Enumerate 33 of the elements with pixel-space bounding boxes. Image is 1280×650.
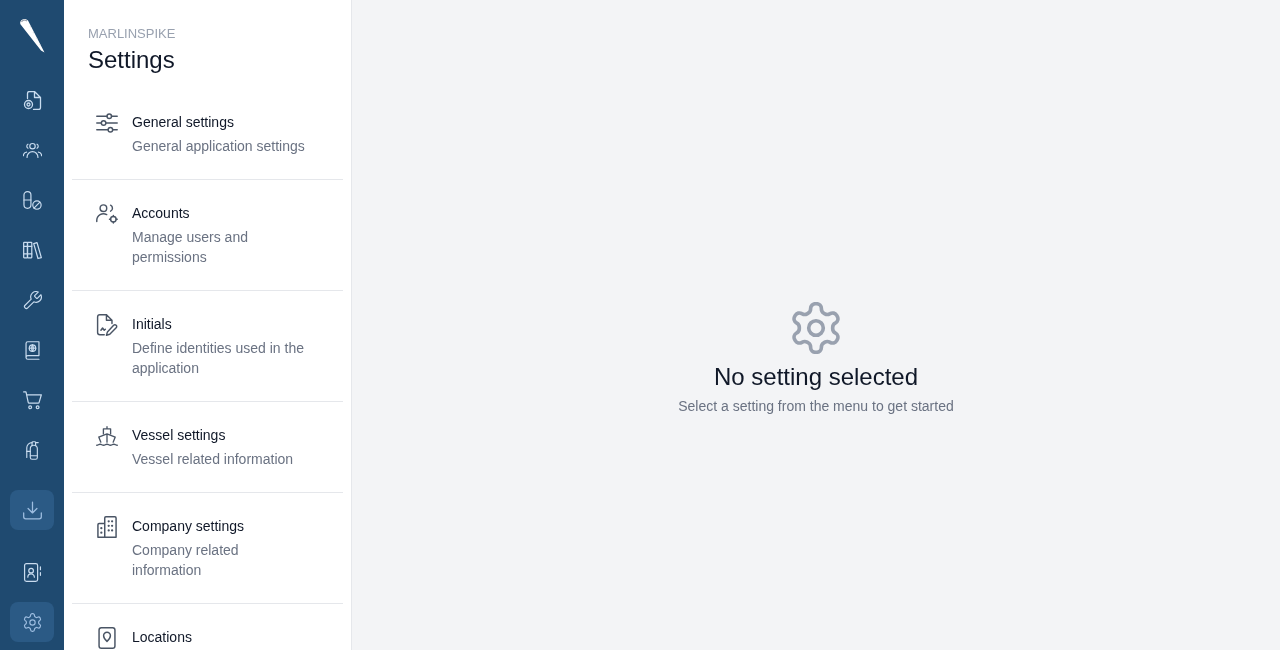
document-badge-icon[interactable] <box>22 90 42 110</box>
nav-button[interactable] <box>10 490 54 530</box>
app-name: MARLINSPIKE <box>88 25 177 43</box>
file-signature-icon <box>96 314 118 336</box>
menu-item-title[interactable]: Vessel settings <box>132 425 308 445</box>
settings-icon <box>791 302 841 354</box>
menu-item-description: Vessel related information <box>132 450 295 469</box>
wrench-icon[interactable] <box>22 290 42 310</box>
nav-button[interactable] <box>10 602 54 642</box>
cart-icon[interactable] <box>22 390 42 410</box>
menu-item-description: Define identities used in the application <box>132 339 305 378</box>
menu-item-description: Company related information <box>132 541 240 580</box>
pill-ban-icon[interactable] <box>22 190 42 210</box>
menu-item-title[interactable]: Accounts <box>132 203 308 223</box>
building-icon <box>96 516 118 538</box>
sliders-icon <box>96 112 118 134</box>
menu-item-title[interactable]: General settings <box>132 112 308 132</box>
menu-item-title[interactable]: Locations <box>132 627 308 647</box>
empty-state-title: No setting selected <box>713 362 919 392</box>
menu-item-title[interactable]: Company settings <box>132 516 308 536</box>
ship-icon <box>96 425 118 447</box>
contact-book-icon[interactable] <box>22 562 42 582</box>
users-gear-icon <box>96 203 118 225</box>
menu-item-description: Manage users and permissions <box>132 228 249 267</box>
book-icon[interactable] <box>22 340 42 360</box>
users-icon[interactable] <box>22 140 42 160</box>
menu-item-description: General application settings <box>132 137 306 156</box>
map-pin-icon <box>96 627 118 649</box>
menu-item-title[interactable]: Initials <box>132 314 308 334</box>
empty-state-message: Select a setting from the menu to get started <box>678 397 954 416</box>
spike-logo <box>19 18 45 53</box>
books-icon[interactable] <box>22 240 42 260</box>
panel-title: Settings <box>88 45 176 75</box>
